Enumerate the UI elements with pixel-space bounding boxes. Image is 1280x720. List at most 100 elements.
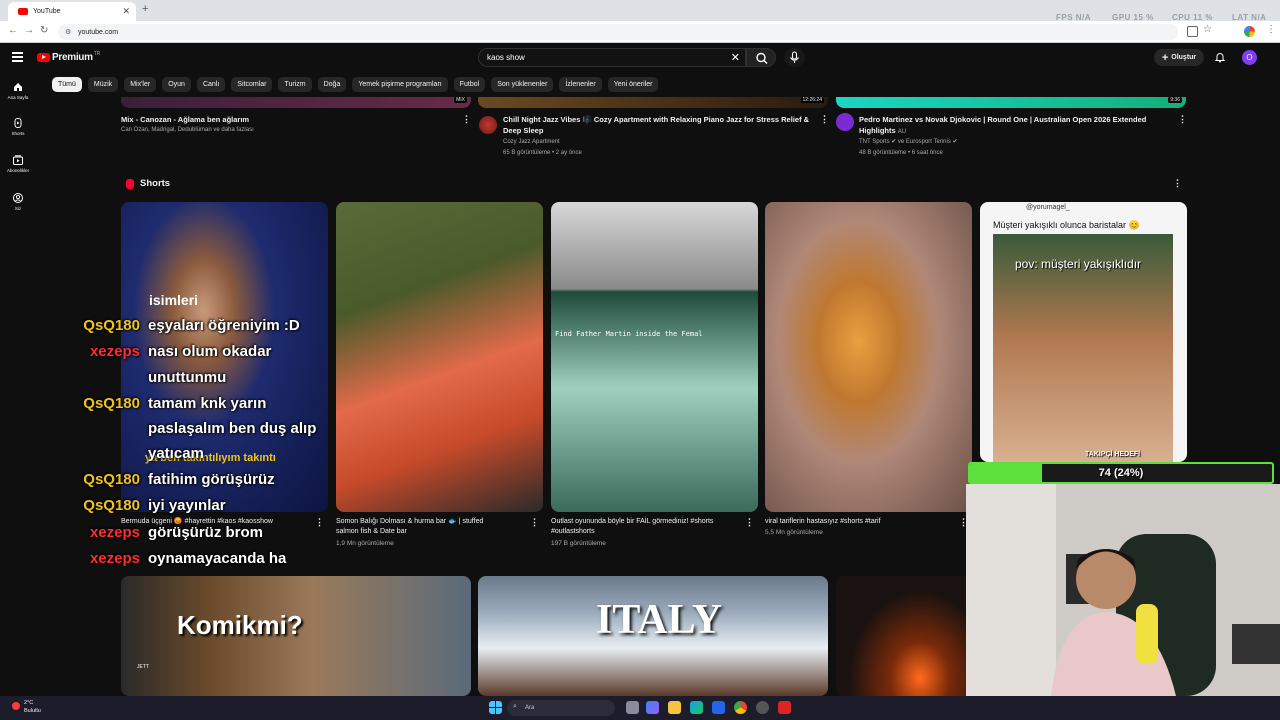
chat-username: QsQ180 — [83, 317, 140, 334]
sidebar-item-shorts[interactable]: Shorts — [0, 118, 36, 136]
site-info-icon[interactable]: ⚙ — [65, 28, 71, 36]
weather-widget[interactable]: 2°C Bulutlu — [6, 699, 41, 715]
file-explorer-icon[interactable] — [668, 701, 681, 714]
address-bar[interactable]: ⚙ youtube.com — [58, 24, 1178, 40]
chat-username: xezeps — [89, 550, 140, 567]
more-options-icon[interactable]: ⋮ — [315, 517, 324, 528]
short-views: 5,5 Mn görüntüleme — [765, 529, 823, 536]
short-pov-text: pov: müşteri yakışıklıdır — [1015, 257, 1142, 271]
short-card[interactable]: Find Father Martin inside the Femal — [551, 202, 758, 512]
duration-badge: 12:26:24 — [800, 97, 824, 103]
chat-username: QsQ180 — [83, 497, 140, 514]
chat-username: xezeps — [89, 524, 140, 541]
video-thumbnail[interactable]: Komikmi? JETT — [121, 576, 471, 696]
edge-icon[interactable] — [690, 701, 703, 714]
obs-icon[interactable] — [756, 701, 769, 714]
close-tab-icon[interactable]: ✕ — [122, 6, 130, 17]
chip-all[interactable]: Tümü — [52, 77, 82, 92]
more-options-icon[interactable]: ⋮ — [1178, 114, 1187, 125]
search-button[interactable] — [746, 48, 776, 67]
youtube-premium-logo[interactable]: Premium TR — [37, 50, 101, 63]
more-options-icon[interactable]: ⋮ — [1173, 178, 1182, 189]
video-title-line2[interactable]: Highlights AU — [859, 126, 906, 137]
chat-message: tamam knk yarın — [148, 395, 267, 412]
forward-icon[interactable]: → — [24, 25, 34, 36]
short-card[interactable] — [336, 202, 543, 512]
video-title[interactable]: Mix - Canozan - Ağlama ben ağlarım — [121, 115, 249, 125]
copilot-icon[interactable] — [646, 701, 659, 714]
more-options-icon[interactable]: ⋮ — [462, 114, 471, 125]
extension-icon[interactable] — [1244, 26, 1255, 37]
install-icon[interactable] — [1187, 26, 1198, 37]
chip-new-recommendations[interactable]: Yeni öneriler — [607, 77, 659, 92]
sidebar-item-subscriptions[interactable]: Abonelikler — [0, 155, 36, 173]
language-tag: AU — [897, 129, 907, 135]
chip-sitcoms[interactable]: Sitcomlar — [231, 77, 273, 92]
short-title[interactable]: Somon Balığı Dolması & hurma bar 🐟 | stu… — [336, 517, 483, 527]
channel-avatar[interactable] — [479, 116, 497, 134]
search-input[interactable]: kaos show ✕ — [478, 48, 746, 67]
chip-tourism[interactable]: Turizm — [278, 77, 312, 92]
chip-mixes[interactable]: Mix'ler — [124, 77, 157, 92]
voice-search-button[interactable] — [784, 48, 805, 67]
video-title[interactable]: Chill Night Jazz Vibes 🎼 Cozy Apartment … — [503, 115, 809, 125]
channel-avatar[interactable] — [836, 113, 854, 131]
chip-football[interactable]: Futbol — [453, 77, 486, 92]
short-title[interactable]: Outlast oyununda böyle bir FAİL görmedin… — [551, 517, 713, 527]
back-icon[interactable]: ← — [8, 25, 18, 36]
video-thumbnail[interactable]: 9:36 — [836, 97, 1186, 108]
short-title-line2[interactable]: salmon fish & Date bar — [336, 527, 407, 537]
task-view-icon[interactable] — [626, 701, 639, 714]
short-views: 197 B görüntüleme — [551, 540, 606, 547]
sidebar-item-label: Ana Sayfa — [7, 95, 29, 100]
sidebar-item-home[interactable]: Ana Sayfa — [0, 82, 36, 100]
notifications-bell-icon[interactable] — [1214, 51, 1226, 63]
chip-live[interactable]: Canlı — [196, 77, 226, 92]
more-options-icon[interactable]: ⋮ — [820, 114, 829, 125]
short-card[interactable] — [765, 202, 972, 512]
browser-tab[interactable]: YouTube ✕ — [8, 2, 136, 21]
chip-recent[interactable]: Son yüklenenler — [491, 77, 554, 92]
new-tab-button[interactable]: + — [142, 3, 148, 15]
app-icon[interactable] — [778, 701, 791, 714]
video-thumbnail[interactable] — [836, 576, 976, 696]
chip-gaming[interactable]: Oyun — [162, 77, 191, 92]
taskbar-search[interactable]: ⌕ Ara — [507, 700, 615, 716]
clear-search-icon[interactable]: ✕ — [731, 51, 740, 64]
video-thumbnail[interactable]: MIX — [121, 97, 471, 108]
sidebar-item-you[interactable]: Siz — [0, 193, 36, 211]
short-title[interactable]: viral tariflerin hastasıyız #shorts #tar… — [765, 517, 881, 527]
short-card[interactable]: @yorumagel_ Müşteri yakışıklı olunca bar… — [980, 202, 1187, 462]
follower-goal-heading: TAKİPÇİ HEDEFİ — [1085, 451, 1141, 458]
short-title-line2[interactable]: #outlastshorts — [551, 527, 595, 537]
video-thumbnail[interactable]: ITALY — [478, 576, 828, 696]
chip-cooking[interactable]: Yemek pişirme programları — [352, 77, 448, 92]
video-title-line2[interactable]: Deep Sleep — [503, 126, 543, 136]
windows-start-icon[interactable] — [489, 701, 502, 714]
short-caption: Müşteri yakışıklı olunca baristalar 😊 — [993, 220, 1140, 230]
channel-name[interactable]: TNT Sports ✔ ve Eurosport Tennis ✔ — [859, 137, 958, 148]
logo-region: TR — [93, 50, 101, 57]
weather-condition: Bulutlu — [24, 708, 41, 714]
chip-music[interactable]: Müzik — [87, 77, 119, 92]
short-caption: isimleri — [149, 292, 199, 308]
hamburger-menu-icon[interactable] — [12, 52, 23, 64]
reload-icon[interactable]: ↻ — [40, 25, 48, 36]
chip-nature[interactable]: Doğa — [317, 77, 347, 92]
chat-message: eşyaları öğreniyim :D — [148, 317, 300, 334]
account-avatar[interactable]: O — [1242, 50, 1257, 65]
more-options-icon[interactable]: ⋮ — [745, 517, 754, 528]
more-options-icon[interactable]: ⋮ — [530, 517, 539, 528]
store-icon[interactable] — [712, 701, 725, 714]
video-thumbnail[interactable]: 12:26:24 — [478, 97, 828, 108]
bookmark-star-icon[interactable]: ☆ — [1203, 24, 1212, 35]
menu-icon[interactable]: ⋮ — [1266, 24, 1276, 35]
chrome-icon[interactable] — [734, 701, 747, 714]
chat-username: QsQ180 — [83, 471, 140, 488]
create-button[interactable]: + Oluştur — [1154, 49, 1204, 66]
chip-watched[interactable]: İzlenenler — [559, 77, 602, 92]
url-text: youtube.com — [78, 28, 119, 36]
channel-name[interactable]: Cozy Jazz Apartment — [503, 137, 560, 148]
video-title[interactable]: Pedro Martinez vs Novak Djokovic | Round… — [859, 115, 1146, 125]
taskbar-search-placeholder: Ara — [525, 705, 535, 711]
